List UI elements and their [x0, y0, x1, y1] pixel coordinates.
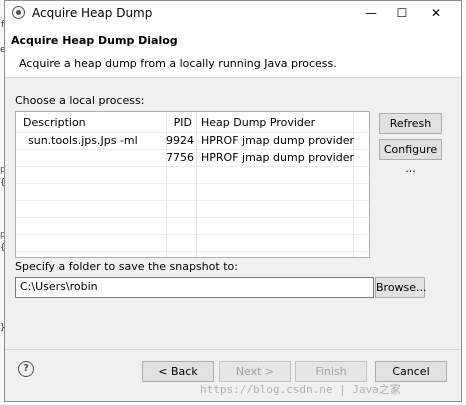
dialog-banner: Acquire Heap Dump Dialog Acquire a heap …	[5, 25, 461, 78]
cancel-button[interactable]: Cancel	[375, 361, 447, 382]
row-divider	[16, 166, 369, 167]
process-label: Choose a local process:	[15, 94, 145, 107]
eclipse-icon	[12, 6, 25, 19]
finish-button[interactable]: Finish	[295, 361, 367, 382]
maximize-button[interactable]: ☐	[390, 4, 414, 22]
close-button[interactable]: ✕	[424, 4, 448, 22]
folder-path-input[interactable]: C:\Users\robin	[15, 277, 374, 298]
next-button[interactable]: Next >	[219, 361, 291, 382]
column-header-provider[interactable]: Heap Dump Provider	[201, 116, 315, 129]
row-divider	[16, 149, 369, 150]
window-title: Acquire Heap Dump	[32, 6, 153, 20]
column-header-pid[interactable]: PID	[166, 116, 192, 129]
row-divider	[16, 234, 369, 235]
footer-divider	[5, 349, 461, 350]
back-button[interactable]: < Back	[142, 361, 214, 382]
minimize-button[interactable]: —	[359, 4, 383, 22]
row-divider	[16, 132, 369, 133]
row-provider: HPROF jmap dump provider	[201, 134, 355, 147]
folder-label: Specify a folder to save the snapshot to…	[15, 260, 238, 273]
title-bar[interactable]: Acquire Heap Dump — ☐ ✕	[5, 1, 461, 25]
column-divider	[196, 112, 197, 257]
process-table[interactable]: Description PID Heap Dump Provider sun.t…	[15, 111, 370, 258]
column-header-description[interactable]: Description	[23, 116, 86, 129]
row-divider	[16, 200, 369, 201]
table-header: Description PID Heap Dump Provider	[16, 112, 369, 132]
row-description: sun.tools.jps.Jps -ml	[28, 134, 138, 147]
help-icon[interactable]: ?	[18, 361, 34, 377]
watermark: https://blog.csdn.ne | Java之家	[200, 383, 401, 396]
refresh-button[interactable]: Refresh	[379, 113, 442, 134]
row-pid: 9924	[166, 134, 194, 147]
browse-button[interactable]: Browse...	[375, 277, 427, 298]
row-provider: HPROF jmap dump provider	[201, 151, 355, 164]
row-divider	[16, 183, 369, 184]
configure-button[interactable]: Configure ...	[379, 139, 442, 175]
row-divider	[16, 217, 369, 218]
dialog-window: Acquire Heap Dump — ☐ ✕ Acquire Heap Dum…	[4, 0, 462, 402]
row-divider	[16, 251, 369, 252]
banner-description: Acquire a heap dump from a locally runni…	[19, 57, 337, 70]
banner-title: Acquire Heap Dump Dialog	[11, 34, 178, 47]
row-pid: 7756	[166, 151, 194, 164]
